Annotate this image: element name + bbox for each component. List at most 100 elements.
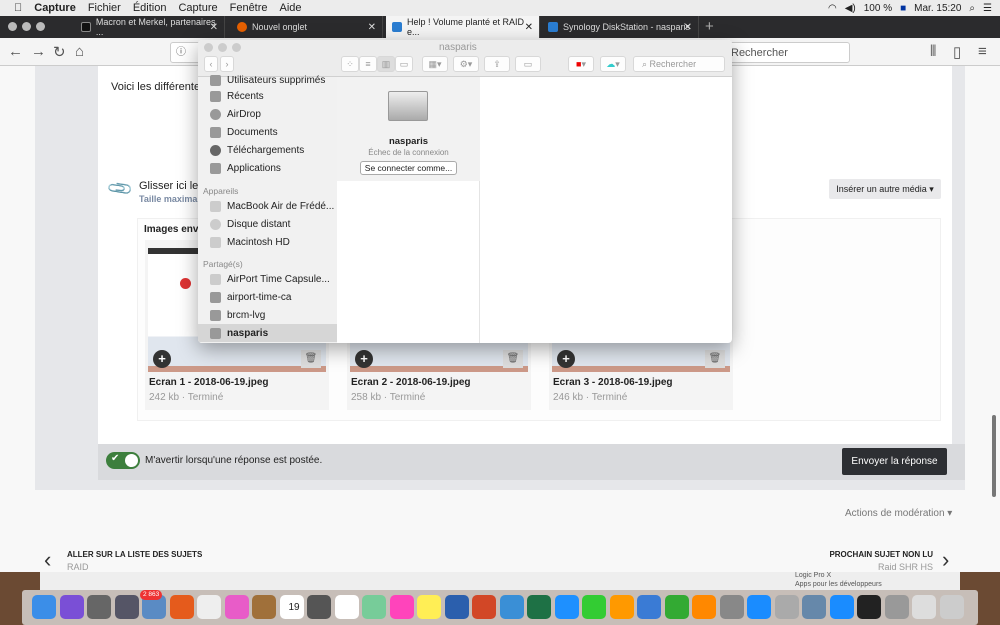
dock-numbers-icon[interactable] bbox=[664, 595, 689, 619]
next-link[interactable]: PROCHAIN SUJET NON LU bbox=[829, 550, 933, 559]
dock-powerpoint-icon[interactable] bbox=[472, 595, 496, 619]
sidebar-item-brcm-lvg[interactable]: brcm-lvg bbox=[198, 306, 337, 324]
search-input[interactable]: Rechercher bbox=[720, 42, 850, 63]
dock-vectorworks-icon[interactable] bbox=[499, 595, 524, 619]
dock-trash-icon[interactable] bbox=[939, 595, 964, 619]
dock-maps-icon[interactable] bbox=[362, 595, 386, 619]
moderation-actions[interactable]: Actions de modération ▾ bbox=[845, 508, 952, 519]
dock-terminal-icon[interactable] bbox=[857, 595, 881, 619]
dock-reminders-icon[interactable] bbox=[334, 595, 359, 619]
sidebar-item-airport-time-ca[interactable]: airport-time-ca bbox=[198, 288, 337, 306]
menu-list-icon[interactable]: ☰ bbox=[983, 3, 992, 14]
dock-firefox-icon[interactable] bbox=[169, 595, 194, 619]
info-icon[interactable]: ⓘ bbox=[171, 47, 186, 58]
menu-aide[interactable]: Aide bbox=[280, 2, 302, 14]
dock-logic-icon[interactable] bbox=[719, 595, 744, 619]
tab-nouvel-onglet[interactable]: Nouvel onglet ✕ bbox=[231, 16, 383, 38]
dock-finder-icon[interactable] bbox=[32, 595, 56, 619]
sidebar-item-documents[interactable]: Documents bbox=[198, 123, 337, 141]
chevron-right-icon[interactable]: › bbox=[942, 547, 949, 573]
gallery-view-icon[interactable]: ▭ bbox=[395, 56, 413, 72]
reload-icon[interactable]: ↻ bbox=[53, 43, 66, 61]
window-controls[interactable] bbox=[8, 22, 50, 34]
close-icon[interactable]: ✕ bbox=[525, 22, 533, 33]
share-icon[interactable]: ⇪ bbox=[484, 56, 510, 72]
scrollbar[interactable] bbox=[992, 415, 996, 497]
flag-icon[interactable]: ■ bbox=[900, 3, 906, 14]
red-app-icon[interactable]: ■▾ bbox=[568, 56, 594, 72]
sidebar-item-disque-distant[interactable]: Disque distant bbox=[198, 215, 337, 233]
tab-help-volume[interactable]: Help ! Volume planté et RAID e... ✕ bbox=[386, 16, 540, 38]
dock-ibooks-icon[interactable] bbox=[692, 595, 716, 619]
send-reply-button[interactable]: Envoyer la réponse bbox=[842, 448, 947, 475]
menu-fenetre[interactable]: Fenêtre bbox=[230, 2, 268, 14]
tag-icon[interactable]: ▭ bbox=[515, 56, 541, 72]
trash-icon[interactable]: 🗑 bbox=[705, 350, 725, 368]
cloud-icon[interactable]: ☁▾ bbox=[600, 56, 626, 72]
dock-messenger-icon[interactable] bbox=[554, 595, 579, 619]
connect-as-button[interactable]: Se connecter comme... bbox=[360, 161, 457, 175]
close-icon[interactable]: ✕ bbox=[684, 22, 692, 33]
icon-view-icon[interactable]: ⁘ bbox=[341, 56, 359, 72]
dock-itunes-icon[interactable] bbox=[224, 595, 249, 619]
volume-icon[interactable]: ◀) bbox=[845, 3, 856, 14]
trash-icon[interactable]: 🗑 bbox=[301, 350, 321, 368]
dock-preview-icon[interactable] bbox=[802, 595, 826, 619]
menu-capture[interactable]: Capture bbox=[178, 2, 217, 14]
dock-launchpad-icon[interactable] bbox=[114, 595, 139, 619]
sidebar-item-recents[interactable]: Récents bbox=[198, 87, 337, 105]
dock-document-icon[interactable] bbox=[912, 595, 936, 619]
dock-calculator-icon[interactable] bbox=[307, 595, 331, 619]
dock-notebook-icon[interactable] bbox=[252, 595, 276, 619]
home-icon[interactable]: ⌂ bbox=[75, 43, 84, 60]
menu-icon[interactable]: ≡ bbox=[978, 43, 987, 60]
column-view-icon[interactable]: ▥ bbox=[377, 56, 395, 72]
dock-utilities-icon[interactable] bbox=[884, 595, 909, 619]
dock-photos-icon[interactable] bbox=[389, 595, 414, 619]
dock-app-store-icon[interactable] bbox=[747, 595, 771, 619]
window-controls[interactable] bbox=[204, 43, 246, 55]
library-icon[interactable]: ⫴ bbox=[930, 43, 936, 60]
sidebar-item-applications[interactable]: Applications bbox=[198, 159, 337, 177]
wifi-icon[interactable]: ◠ bbox=[828, 3, 837, 14]
prev-sub[interactable]: RAID bbox=[67, 562, 89, 572]
menu-edition[interactable]: Édition bbox=[133, 2, 167, 14]
new-tab-button[interactable]: + bbox=[705, 18, 714, 35]
plus-icon[interactable]: + bbox=[153, 350, 171, 368]
back-icon[interactable]: ‹ bbox=[204, 56, 218, 72]
dock-xcode-icon[interactable] bbox=[774, 595, 799, 619]
dock-excel-icon[interactable] bbox=[527, 595, 551, 619]
group-icon[interactable]: ▦▾ bbox=[422, 56, 448, 72]
forward-icon[interactable]: → bbox=[31, 43, 46, 60]
trash-icon[interactable]: 🗑 bbox=[503, 350, 523, 368]
gear-icon[interactable]: ⚙▾ bbox=[453, 56, 479, 72]
prev-link[interactable]: ALLER SUR LA LISTE DES SUJETS bbox=[67, 550, 202, 559]
apple-icon[interactable]:  bbox=[14, 2, 22, 14]
menu-app[interactable]: Capture bbox=[34, 2, 76, 14]
clock[interactable]: Mar. 15:20 bbox=[914, 3, 961, 14]
battery-label[interactable]: 100 % bbox=[864, 3, 892, 14]
plus-icon[interactable]: + bbox=[355, 350, 373, 368]
close-icon[interactable]: ✕ bbox=[368, 22, 376, 33]
finder-search-input[interactable]: ⌕ Rechercher bbox=[633, 56, 725, 72]
plus-icon[interactable]: + bbox=[557, 350, 575, 368]
sidebar-item-telechargements[interactable]: Téléchargements bbox=[198, 141, 337, 159]
dock-stickies-icon[interactable] bbox=[417, 595, 441, 619]
list-view-icon[interactable]: ≡ bbox=[359, 56, 377, 72]
sidebar-icon[interactable]: ▯ bbox=[953, 43, 961, 61]
insert-media-button[interactable]: Insérer un autre média ▾ bbox=[829, 179, 941, 199]
dock-siri-icon[interactable] bbox=[59, 595, 84, 619]
sidebar-item-macbook[interactable]: MacBook Air de Frédé... bbox=[198, 197, 337, 215]
sidebar-item-macintosh-hd[interactable]: Macintosh HD bbox=[198, 233, 337, 251]
sidebar-item-airdrop[interactable]: AirDrop bbox=[198, 105, 337, 123]
notify-toggle[interactable]: ✔ bbox=[106, 452, 140, 469]
dock-notes-icon[interactable] bbox=[197, 595, 221, 619]
chevron-left-icon[interactable]: ‹ bbox=[44, 547, 51, 573]
tab-synology[interactable]: Synology DiskStation - nasparis ✕ bbox=[542, 16, 699, 38]
next-sub[interactable]: Raid SHR HS bbox=[878, 562, 933, 572]
dock-safari-icon[interactable] bbox=[829, 595, 854, 619]
sidebar-item-airport-capsule[interactable]: AirPort Time Capsule... bbox=[198, 270, 337, 288]
dock-system-preferences-icon[interactable] bbox=[87, 595, 111, 619]
tab-macron[interactable]: Macron et Merkel, partenaires ... ✕ bbox=[75, 16, 225, 38]
dock-keynote-icon[interactable] bbox=[637, 595, 661, 619]
